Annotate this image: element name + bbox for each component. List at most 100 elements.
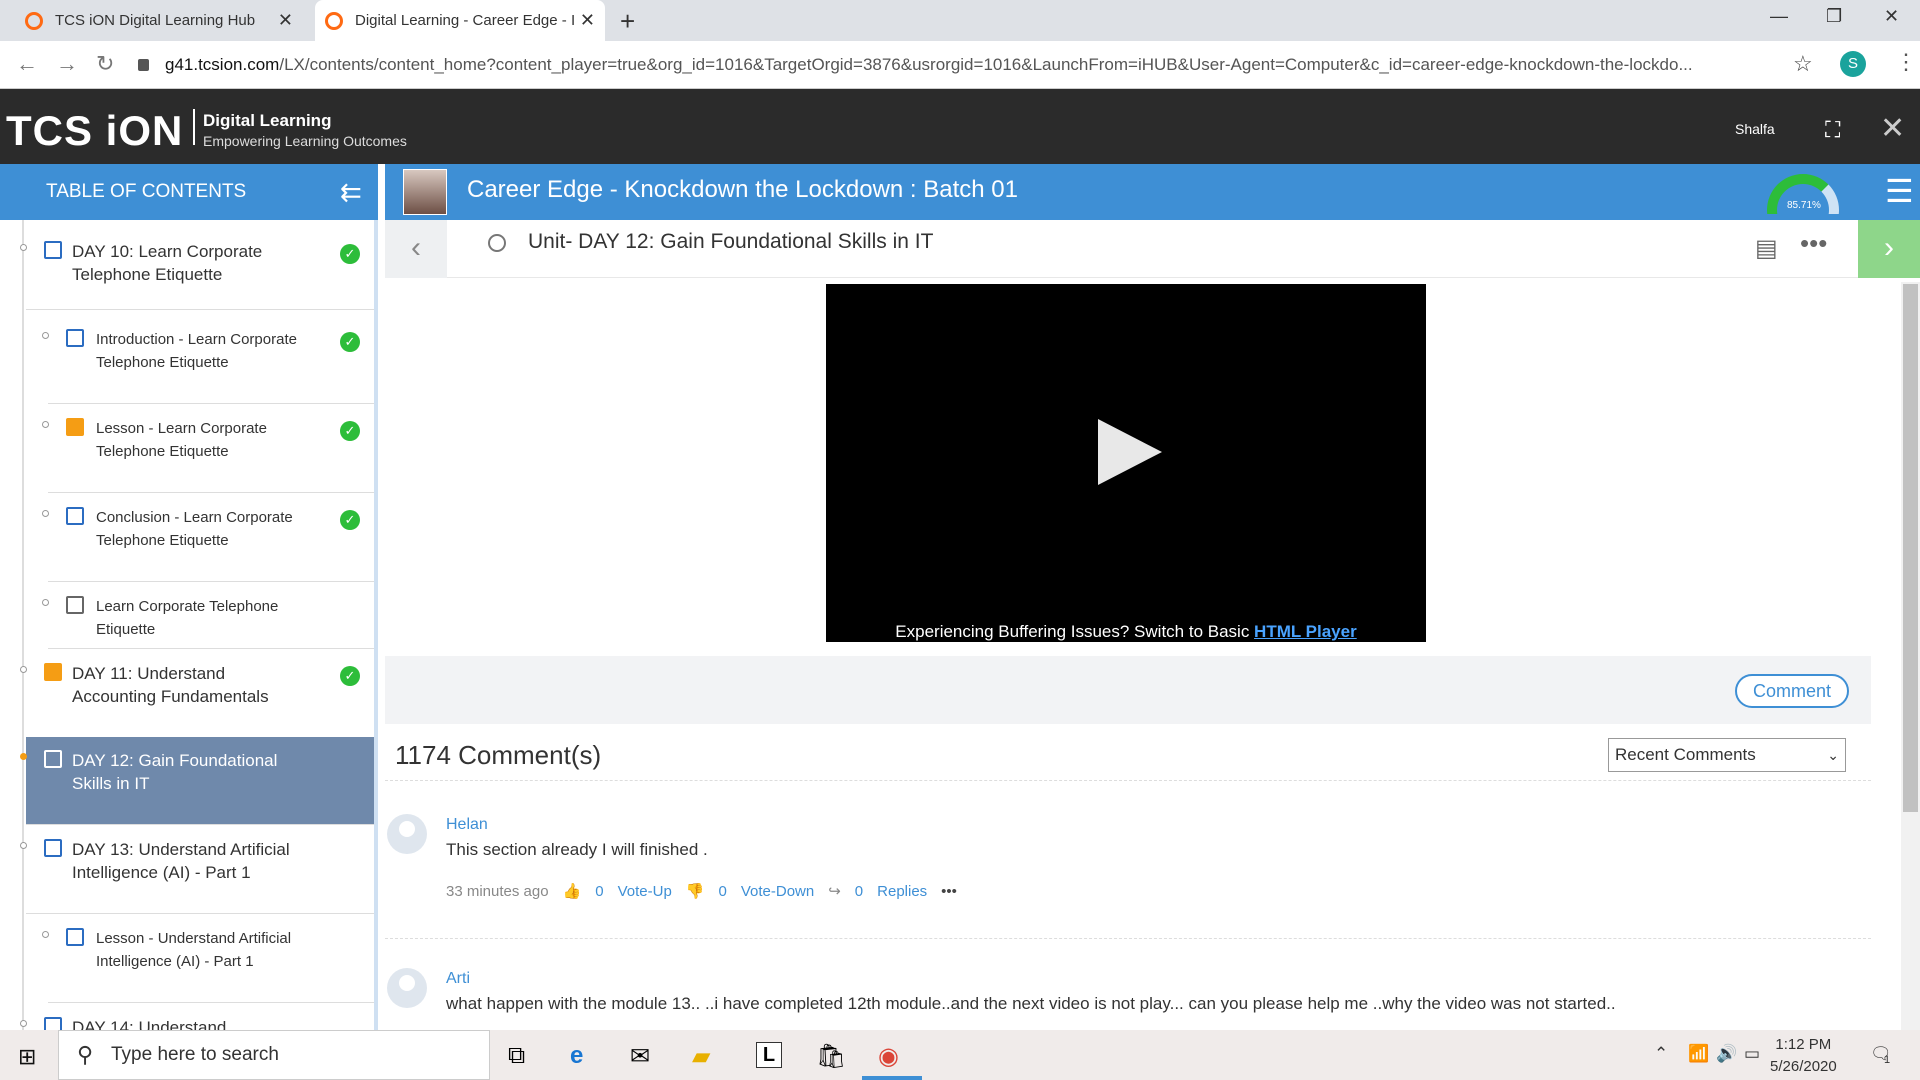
close-tab-icon[interactable]: ✕ (278, 10, 293, 31)
search-placeholder: Type here to search (111, 1044, 279, 1065)
tab-tcs-ion-hub[interactable]: TCS iON Digital Learning Hub ✕ (25, 0, 303, 41)
toc-item-assessment-day10[interactable]: Learn Corporate Telephone Etiquette (42, 583, 374, 649)
taskbar-search[interactable]: ⚲ Type here to search (58, 1030, 490, 1080)
tree-node-dot (42, 421, 49, 428)
thumbs-up-icon[interactable]: 👍 (563, 882, 582, 900)
comment-meta: 33 minutes ago 👍 0 Vote-Up 👎 0 Vote-Down… (446, 882, 957, 901)
tree-node-dot (20, 1020, 27, 1027)
toc-item-lesson-day10[interactable]: Lesson - Learn Corporate Telephone Etiqu… (42, 405, 374, 493)
document-icon (44, 1017, 62, 1030)
comment-text: what happen with the module 13.. ..i hav… (446, 994, 1616, 1013)
comment-sort-select[interactable]: Recent Comments ⌄ (1608, 738, 1846, 772)
comment-item: Helan This section already I will finish… (385, 814, 1871, 914)
tab-career-edge[interactable]: Digital Learning - Career Edge - I ✕ (315, 0, 605, 41)
share-reply-icon[interactable]: ↪ (828, 882, 841, 900)
task-view-icon[interactable]: ⧉ (508, 1042, 525, 1070)
vote-up-link[interactable]: Vote-Up (618, 883, 672, 900)
comment-more-icon[interactable]: ••• (941, 883, 957, 900)
store-icon[interactable]: 🛍 (816, 1042, 846, 1071)
comment-button[interactable]: Comment (1735, 674, 1849, 708)
replies-link[interactable]: Replies (877, 883, 927, 900)
profile-avatar[interactable]: S (1840, 51, 1866, 77)
comment-text: This section already I will finished . (446, 840, 708, 859)
mail-icon[interactable]: ✉ (630, 1042, 650, 1071)
chrome-icon[interactable]: ◉ (878, 1042, 899, 1071)
course-thumbnail (403, 169, 447, 215)
browser-menu-icon[interactable]: ⋮ (1895, 49, 1917, 75)
scrollbar-thumb[interactable] (1903, 284, 1918, 812)
tree-node-dot (42, 599, 49, 606)
thumbs-down-icon[interactable]: 👎 (686, 882, 705, 900)
html-player-link[interactable]: HTML Player (1254, 622, 1357, 641)
tree-node-dot (20, 666, 27, 673)
forward-icon[interactable]: → (56, 51, 78, 77)
avatar (387, 814, 427, 854)
toc-item-label: DAY 10: Learn Corporate Telephone Etique… (72, 242, 263, 284)
volume-icon[interactable]: 🔊 (1716, 1044, 1737, 1064)
toc-item-day11[interactable]: DAY 11: Understand Accounting Fundamenta… (20, 650, 374, 738)
clock-time: 1:12 PM (1775, 1036, 1832, 1053)
toc-item-lesson-day13[interactable]: Lesson - Understand Artificial Intellige… (42, 915, 374, 1003)
divider (385, 780, 1871, 781)
previous-unit-button[interactable]: ‹ (385, 220, 447, 278)
user-name[interactable]: Shalfa (1735, 121, 1775, 137)
add-note-icon[interactable]: ▤ (1755, 234, 1778, 263)
clock[interactable]: 1:12 PM 5/26/2020 (1770, 1034, 1837, 1078)
file-explorer-icon[interactable]: ▰ (692, 1042, 710, 1071)
course-title-bar: Career Edge - Knockdown the Lockdown : B… (385, 164, 1920, 220)
close-player-icon[interactable]: ✕ (1880, 111, 1905, 146)
bookmark-star-icon[interactable]: ☆ (1793, 51, 1813, 77)
wifi-icon[interactable]: 📶 (1688, 1044, 1709, 1064)
close-window-icon[interactable]: ✕ (1884, 6, 1899, 27)
vote-down-link[interactable]: Vote-Down (741, 883, 814, 900)
play-icon[interactable] (1098, 419, 1162, 485)
progress-gauge: 85.71% (1767, 174, 1839, 214)
more-options-icon[interactable]: ••• (1800, 228, 1827, 259)
completed-check-icon: ✓ (340, 666, 360, 686)
toc-item-day10[interactable]: DAY 10: Learn Corporate Telephone Etique… (20, 228, 374, 310)
notification-count: 1 (1884, 1054, 1891, 1066)
comment-time: 33 minutes ago (446, 882, 549, 900)
document-icon (44, 241, 62, 259)
video-player[interactable]: Experiencing Buffering Issues? Switch to… (826, 284, 1426, 642)
toc-item-label: DAY 12: Gain Foundational Skills in IT (72, 751, 278, 793)
windows-start-icon[interactable]: ⊞ (18, 1044, 36, 1070)
tree-node-dot (42, 931, 49, 938)
new-tab-icon[interactable]: + (620, 6, 635, 37)
toc-item-intro-day10[interactable]: Introduction - Learn Corporate Telephone… (42, 316, 374, 404)
collapse-toc-icon[interactable]: ⇇ (340, 164, 362, 220)
back-icon[interactable]: ← (16, 51, 38, 77)
lenovo-app-icon[interactable]: L (756, 1042, 782, 1068)
comment-author[interactable]: Arti (446, 970, 470, 988)
minimize-icon[interactable]: — (1770, 6, 1788, 27)
fullscreen-icon[interactable]: ⛶ (1825, 117, 1840, 143)
next-unit-button[interactable]: › (1858, 220, 1920, 278)
reload-icon[interactable]: ↻ (96, 51, 114, 77)
toc-item-conclusion-day10[interactable]: Conclusion - Learn Corporate Telephone E… (42, 494, 374, 582)
toc-item-day13[interactable]: DAY 13: Understand Artificial Intelligen… (20, 826, 374, 914)
tree-node-dot (20, 842, 27, 849)
toc-item-day14[interactable]: DAY 14: Understand (20, 1004, 374, 1030)
tcs-favicon-icon (25, 11, 43, 30)
lesson-icon (66, 418, 84, 436)
toc-item-day12-active[interactable]: DAY 12: Gain Foundational Skills in IT (20, 737, 374, 825)
url-input[interactable]: g41.tcsion.com /LX/contents/content_home… (138, 48, 1798, 82)
maximize-icon[interactable]: ❐ (1826, 6, 1842, 27)
completed-check-icon: ✓ (340, 332, 360, 352)
completed-check-icon: ✓ (340, 244, 360, 264)
taskbar: ⊞ ⚲ Type here to search ⧉ e ✉ ▰ L 🛍 ◉ ⌃ … (0, 1030, 1920, 1080)
sidebar-resize-rail[interactable] (374, 220, 378, 1030)
hamburger-menu-icon[interactable]: ☰ (1885, 172, 1914, 210)
sort-selected-value: Recent Comments (1615, 745, 1756, 764)
toc-item-label: Conclusion - Learn Corporate Telephone E… (96, 509, 293, 549)
tree-node-dot (20, 244, 27, 251)
comment-author[interactable]: Helan (446, 816, 488, 834)
main-content: Experiencing Buffering Issues? Switch to… (385, 278, 1901, 1030)
close-tab-icon[interactable]: ✕ (580, 10, 595, 31)
battery-icon[interactable]: ▭ (1744, 1044, 1760, 1064)
progress-label: 85.71% (1787, 200, 1821, 211)
resize-grip-icon[interactable]: ⋮ (377, 590, 378, 607)
tab-label: TCS iON Digital Learning Hub (55, 12, 256, 29)
chevron-up-icon[interactable]: ⌃ (1654, 1044, 1668, 1064)
edge-icon[interactable]: e (570, 1042, 583, 1070)
